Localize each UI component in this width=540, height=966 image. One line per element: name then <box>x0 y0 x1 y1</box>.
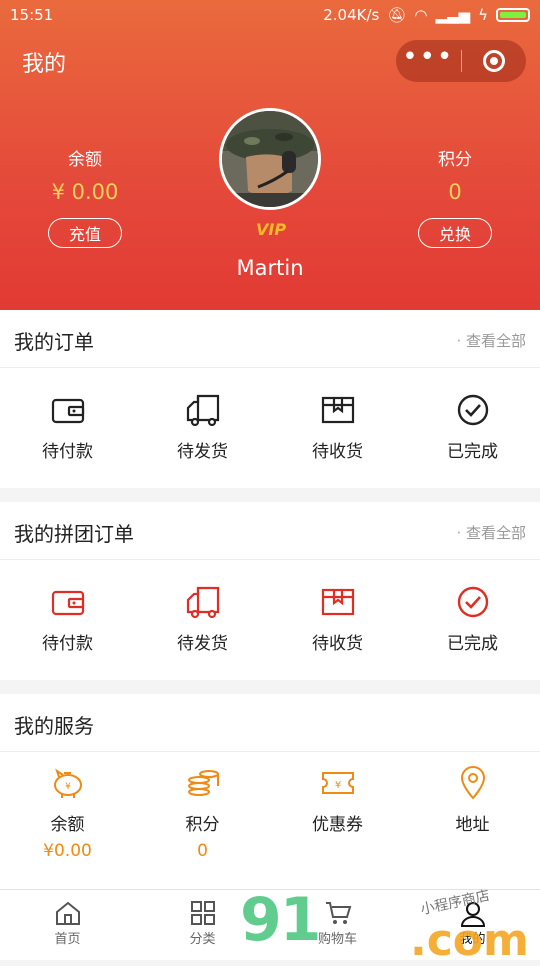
vip-badge: VIP <box>256 220 287 239</box>
profile-header: 15:51 2.04K/s 🔕︎ ◠ ▂▃▅ ϟ 我的 ••• 余额 ¥ 0.0… <box>0 0 540 310</box>
service-points[interactable]: 积分 0 <box>135 766 270 861</box>
order-item-label: 待收货 <box>312 442 363 462</box>
balance-label: 余额 <box>68 150 102 170</box>
points-label: 积分 <box>438 150 472 170</box>
check-circle-icon <box>457 586 488 618</box>
group-order-pending-payment[interactable]: 待付款 <box>0 585 135 654</box>
target-icon <box>482 50 505 72</box>
coupon-icon: ¥ <box>321 772 354 794</box>
services-header: 我的服务 <box>0 694 540 752</box>
group-order-item-label: 待付款 <box>42 634 93 654</box>
group-order-item-label: 已完成 <box>447 634 498 654</box>
service-label: 余额 <box>50 815 85 835</box>
location-pin-icon <box>460 766 485 800</box>
service-label: 地址 <box>455 815 490 835</box>
group-order-pending-shipment[interactable]: 待发货 <box>135 585 270 654</box>
balance-stat: 余额 ¥ 0.00 <box>10 145 160 204</box>
svg-text:¥: ¥ <box>65 782 71 792</box>
orders-header: 我的订单 查看全部 <box>0 310 540 368</box>
cart-icon <box>325 902 351 924</box>
battery-icon <box>496 8 530 22</box>
page-title: 我的 <box>22 52 67 77</box>
points-value: 0 <box>448 180 462 204</box>
order-pending-shipment[interactable]: 待发货 <box>135 393 270 462</box>
truck-icon <box>186 394 219 427</box>
orders-title: 我的订单 <box>14 330 94 354</box>
network-speed: 2.04K/s <box>323 6 380 24</box>
services-grid: ¥ 余额 ¥0.00 积分 0 ¥ 优惠券 地址 <box>0 752 540 861</box>
service-coupons[interactable]: ¥ 优惠券 <box>270 766 405 861</box>
balance-value: ¥ 0.00 <box>51 180 119 204</box>
watermark-com: .com <box>410 915 529 966</box>
services-title: 我的服务 <box>14 714 94 738</box>
service-label: 积分 <box>185 815 220 835</box>
group-orders-section: 我的拼团订单 查看全部 待付款 待发货 待收货 已完成 <box>0 502 540 680</box>
close-miniprogram-button[interactable] <box>462 40 527 82</box>
charging-icon: ϟ <box>478 6 488 24</box>
watermark-91: 91 <box>240 885 321 955</box>
group-order-item-label: 待收货 <box>312 634 363 654</box>
more-dots-icon: ••• <box>402 42 455 72</box>
user-name: Martin <box>236 256 304 280</box>
check-circle-icon <box>457 394 488 426</box>
service-points-value: 0 <box>197 841 208 861</box>
orders-section: 我的订单 查看全部 待付款 待发货 待收货 已完成 <box>0 310 540 488</box>
truck-icon <box>186 586 219 619</box>
tab-label: 首页 <box>54 932 81 947</box>
status-time: 15:51 <box>10 6 54 24</box>
services-section: 我的服务 ¥ 余额 ¥0.00 积分 0 ¥ 优惠券 地址 <box>0 694 540 889</box>
exchange-button[interactable]: 兑换 <box>418 218 492 248</box>
order-item-label: 待发货 <box>177 442 228 462</box>
grid-icon <box>190 901 215 925</box>
avatar[interactable] <box>219 108 321 210</box>
group-order-completed[interactable]: 已完成 <box>405 585 540 654</box>
order-pending-payment[interactable]: 待付款 <box>0 393 135 462</box>
orders-grid: 待付款 待发货 待收货 已完成 <box>0 368 540 462</box>
box-icon <box>321 588 354 616</box>
mute-icon: 🔕︎ <box>387 6 407 24</box>
piggy-bank-icon: ¥ <box>53 768 82 798</box>
order-item-label: 已完成 <box>447 442 498 462</box>
wallet-icon <box>51 398 84 424</box>
service-label: 优惠券 <box>312 815 363 835</box>
tab-home[interactable]: 首页 <box>0 890 135 960</box>
coins-icon <box>187 770 219 796</box>
wifi-icon: ◠ <box>414 6 428 24</box>
service-balance[interactable]: ¥ 余额 ¥0.00 <box>0 766 135 861</box>
svg-text:¥: ¥ <box>334 780 340 791</box>
orders-view-all[interactable]: 查看全部 <box>456 330 526 351</box>
wallet-icon <box>51 590 84 616</box>
group-orders-header: 我的拼团订单 查看全部 <box>0 502 540 560</box>
group-orders-title: 我的拼团订单 <box>14 522 134 546</box>
group-order-pending-receipt[interactable]: 待收货 <box>270 585 405 654</box>
order-item-label: 待付款 <box>42 442 93 462</box>
recharge-button[interactable]: 充值 <box>48 218 122 248</box>
status-bar: 15:51 2.04K/s 🔕︎ ◠ ▂▃▅ ϟ <box>0 0 540 30</box>
miniprogram-capsule: ••• <box>396 40 526 82</box>
order-pending-receipt[interactable]: 待收货 <box>270 393 405 462</box>
order-completed[interactable]: 已完成 <box>405 393 540 462</box>
service-balance-value: ¥0.00 <box>43 841 92 861</box>
more-button[interactable]: ••• <box>396 40 461 82</box>
signal-icon: ▂▃▅ <box>435 6 471 24</box>
box-icon <box>321 396 354 424</box>
points-stat: 积分 0 <box>380 145 530 204</box>
service-address[interactable]: 地址 <box>405 766 540 861</box>
group-orders-view-all[interactable]: 查看全部 <box>456 522 526 543</box>
home-icon <box>55 901 80 925</box>
group-order-item-label: 待发货 <box>177 634 228 654</box>
group-orders-grid: 待付款 待发货 待收货 已完成 <box>0 560 540 654</box>
